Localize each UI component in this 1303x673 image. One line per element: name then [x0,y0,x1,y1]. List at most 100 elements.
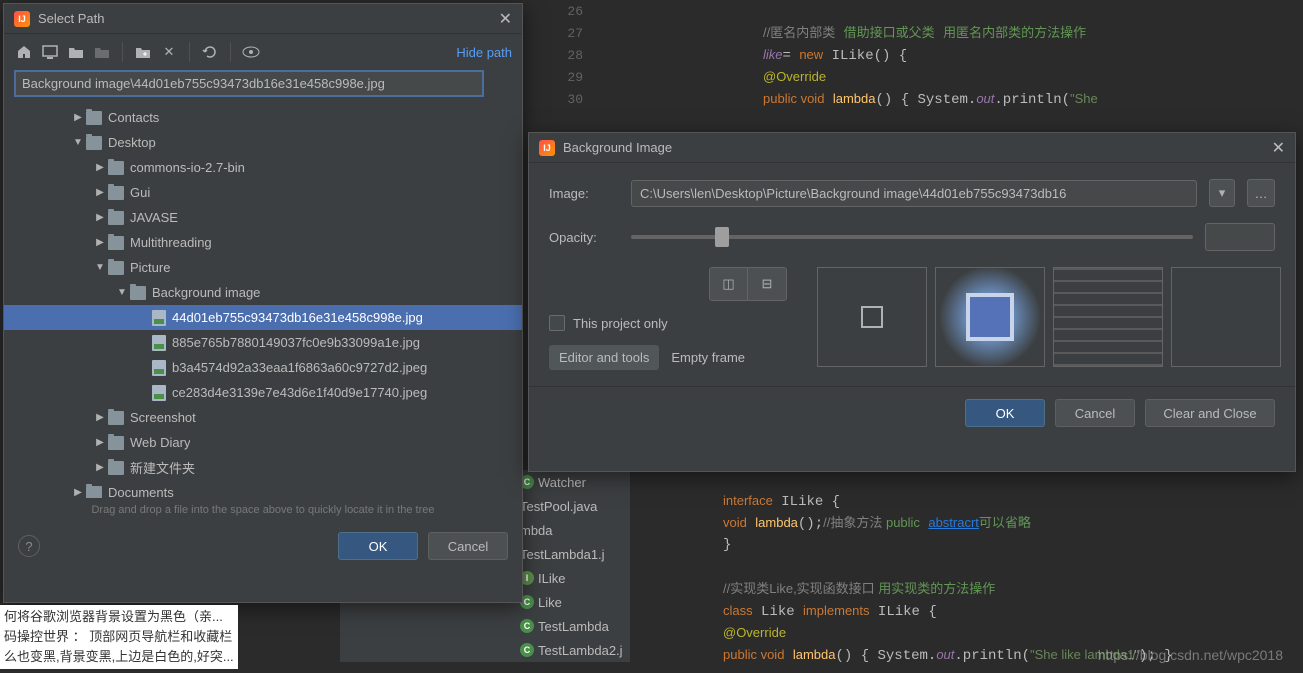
tree-row[interactable]: ▶ commons-io-2.7-bin [4,155,522,180]
code-line[interactable]: @Override [723,622,786,644]
chevron-right-icon[interactable]: ▶ [92,412,108,423]
bg-ok-button[interactable]: OK [965,399,1045,427]
tree-label: commons-io-2.7-bin [130,160,245,175]
tree-label: Web Diary [130,435,190,450]
desktop-icon[interactable] [40,42,60,62]
tree-row[interactable]: ▼Background image [4,280,522,305]
tree-row[interactable]: ce283d4e3139e7e43d6e1f40d9e17740.jpeg [4,380,522,405]
chevron-right-icon[interactable]: ▶ [70,487,86,498]
folder-icon [108,161,124,175]
background-image-dialog: IJ Background Image ✕ Image: ▾ … Opacity… [528,132,1296,472]
code-line[interactable]: like= new ILike() { [763,44,907,66]
tree-row[interactable]: ▶ 新建文件夹 [4,455,522,480]
close-icon[interactable]: ✕ [499,9,512,29]
chevron-down-icon[interactable]: ▼ [92,262,108,273]
code-line[interactable]: @Override [763,66,826,88]
tree-row[interactable]: ▼Picture [4,255,522,280]
code-line[interactable]: interface ILike { [723,490,840,512]
tree-label: Contacts [108,110,159,125]
tab-editor-tools[interactable]: Editor and tools [549,345,659,370]
dropdown-icon[interactable]: ▾ [1209,179,1235,207]
tree-row[interactable]: ▶Screenshot [4,405,522,430]
module-icon[interactable] [92,42,112,62]
show-hidden-icon[interactable] [241,42,261,62]
anchor-grid[interactable] [1171,267,1281,367]
browse-button[interactable]: … [1247,179,1275,207]
code-line[interactable]: //实现类Like,实现函数接口 用实现类的方法操作 [723,578,995,600]
image-file-icon [152,335,166,351]
project-item[interactable]: CTestLambda2.j [340,638,630,662]
history-icon[interactable] [488,70,512,97]
tree-label: Documents [108,485,174,498]
flip-buttons: ◫ ⊟ [709,267,787,301]
opacity-slider[interactable] [631,235,1193,239]
fill-plain-option[interactable] [817,267,927,367]
project-item-label: ILike [538,571,565,586]
project-item-label: Like [538,595,562,610]
code-line[interactable]: class Like implements ILike { [723,600,937,622]
ok-button[interactable]: OK [338,532,418,560]
refresh-icon[interactable] [200,42,220,62]
path-input[interactable] [14,70,484,97]
cancel-button[interactable]: Cancel [428,532,508,560]
image-file-icon [152,310,166,326]
tree-row[interactable]: 885e765b7880149037fc0e9b33099a1e.jpg [4,330,522,355]
flip-horizontal-icon[interactable]: ◫ [710,268,748,300]
checkbox-icon[interactable] [549,315,565,331]
class-icon: C [520,643,534,657]
tree-row[interactable]: ▶ Web Diary [4,430,522,455]
chevron-right-icon[interactable]: ▶ [92,237,108,248]
close-icon[interactable]: ✕ [1272,138,1285,158]
clear-close-button[interactable]: Clear and Close [1145,399,1275,427]
tree-row[interactable]: ▶ Contacts [4,105,522,130]
bg-cancel-button[interactable]: Cancel [1055,399,1135,427]
folder-icon [130,286,146,300]
tree-label: Gui [130,185,150,200]
file-tree[interactable]: ▶ Contacts ▼ Desktop ▶ commons-io-2.7-bin ▶ Gui… [4,103,522,498]
gutter-line-number: 26 [553,0,593,22]
tree-row[interactable]: b3a4574d92a33eaa1f6863a60c9727d2.jpeg [4,355,522,380]
tree-row[interactable]: ▶ Documents [4,480,522,498]
opacity-value[interactable] [1210,230,1303,245]
chevron-right-icon[interactable]: ▶ [92,437,108,448]
delete-icon[interactable]: ✕ [159,42,179,62]
path-toolbar: ✕ Hide path [4,34,522,70]
chevron-down-icon[interactable]: ▼ [70,137,86,148]
project-only-checkbox[interactable]: This project only [549,315,787,331]
new-folder-icon[interactable] [133,42,153,62]
chevron-right-icon[interactable]: ▶ [92,162,108,173]
opacity-spinner[interactable]: ▲▼ [1205,223,1275,251]
tab-empty-frame[interactable]: Empty frame [661,345,755,370]
tree-row[interactable]: ▶ Gui [4,180,522,205]
image-path-input[interactable] [631,180,1197,207]
slider-thumb[interactable] [715,227,729,247]
chevron-down-icon[interactable]: ▼ [114,287,130,298]
code-line[interactable]: } [723,534,731,556]
tree-row[interactable]: ▶ JAVASE [4,205,522,230]
home-icon[interactable] [14,42,34,62]
chevron-right-icon[interactable]: ▶ [92,462,108,473]
code-line[interactable]: public void lambda() { System.out.printl… [763,88,1098,110]
project-item[interactable]: CTestLambda [340,614,630,638]
project-item-label: mbda [520,523,553,538]
tree-label: JAVASE [130,210,178,225]
chevron-right-icon[interactable]: ▶ [92,187,108,198]
tree-label: 新建文件夹 [130,458,195,477]
flip-vertical-icon[interactable]: ⊟ [748,268,786,300]
tree-row[interactable]: 44d01eb755c93473db16e31e458c998e.jpg [4,305,522,330]
tree-row[interactable]: ▶ Multithreading [4,230,522,255]
chevron-right-icon[interactable]: ▶ [92,212,108,223]
fill-tile-option[interactable] [1053,267,1163,367]
project-icon[interactable] [66,42,86,62]
tree-label: Multithreading [130,235,212,250]
folder-icon [108,261,124,275]
chevron-right-icon[interactable]: ▶ [70,112,86,123]
fill-scale-option[interactable] [935,267,1045,367]
tree-label: ce283d4e3139e7e43d6e1f40d9e17740.jpeg [172,385,427,400]
tree-label: Desktop [108,135,156,150]
tree-row[interactable]: ▼ Desktop [4,130,522,155]
help-icon[interactable]: ? [18,535,40,557]
code-line[interactable]: void lambda();//抽象方法 public abstracrt可以省… [723,512,1031,534]
code-line[interactable]: //匿名内部类 借助接口或父类 用匿名内部类的方法操作 [763,22,1086,44]
hide-path-link[interactable]: Hide path [456,45,512,60]
